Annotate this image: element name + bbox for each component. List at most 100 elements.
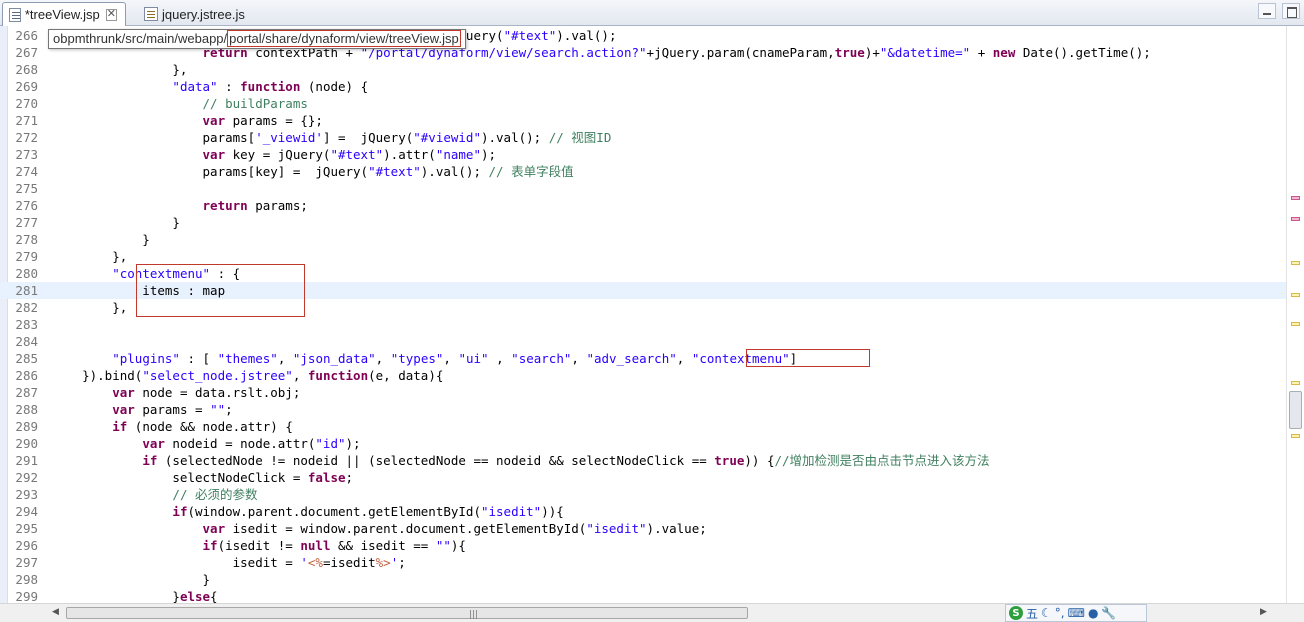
ruler-marker[interactable] [1291, 196, 1300, 200]
code-text: "plugins" : [ "themes", "json_data", "ty… [52, 350, 797, 367]
code-line[interactable]: 289 if (node && node.attr) { [0, 418, 1286, 435]
code-line[interactable]: 293 // 必须的参数 [0, 486, 1286, 503]
wrench-icon[interactable]: 🔧 [1101, 606, 1116, 620]
keyboard-icon[interactable]: ⌨ [1068, 606, 1085, 620]
js-file-icon [144, 7, 158, 21]
code-token: %> [375, 555, 391, 570]
ime-toolbar[interactable]: S 五 ☾ °, ⌨ ● 🔧 [1005, 604, 1147, 622]
code-token: new [992, 45, 1016, 60]
code-line[interactable]: 284 [0, 333, 1286, 350]
code-token: ; [225, 402, 233, 417]
punctuation-icon[interactable]: °, [1055, 606, 1065, 620]
code-line[interactable]: 270 // buildParams [0, 95, 1286, 112]
code-token: (isedit != [217, 538, 301, 553]
code-token: , [292, 368, 308, 383]
close-icon[interactable]: ✕ [105, 8, 117, 21]
scroll-left-arrow-icon[interactable]: ◀ [52, 607, 59, 617]
ime-mode-label[interactable]: 五 [1026, 605, 1038, 622]
window-controls [1258, 3, 1300, 19]
line-number: 295 [15, 521, 38, 536]
ruler-marker[interactable] [1291, 381, 1300, 385]
line-number: 266 [15, 28, 38, 43]
scroll-right-arrow-icon[interactable]: ▶ [1260, 607, 1267, 617]
code-token: { [210, 589, 218, 603]
code-token: +jQuery.param(cnameParam, [646, 45, 835, 60]
code-line[interactable]: 286 }).bind("select_node.jstree", functi… [0, 367, 1286, 384]
code-line[interactable]: 268 }, [0, 61, 1286, 78]
ruler-marker[interactable] [1291, 322, 1300, 326]
code-line[interactable]: 295 var isedit = window.parent.document.… [0, 520, 1286, 537]
code-text: var params = ""; [52, 401, 233, 418]
code-token: params = {}; [225, 113, 323, 128]
code-line[interactable]: 287 var node = data.rslt.obj; [0, 384, 1286, 401]
code-text: }, [52, 61, 187, 78]
code-token: null [300, 538, 331, 553]
code-token: Date().getTime(); [1015, 45, 1151, 60]
code-line[interactable]: 292 selectNodeClick = false; [0, 469, 1286, 486]
code-token: "isedit" [480, 504, 542, 519]
code-text: params['_viewid'] = jQuery("#viewid").va… [52, 129, 612, 146]
code-token: "#text" [330, 147, 384, 162]
sogou-ime-icon[interactable]: S [1009, 606, 1023, 620]
ruler-marker[interactable] [1291, 261, 1300, 265]
code-line[interactable]: 299 }else{ [0, 588, 1286, 603]
code-text: // 必须的参数 [52, 486, 258, 503]
moon-icon[interactable]: ☾ [1041, 606, 1052, 620]
code-line[interactable]: 285 "plugins" : [ "themes", "json_data",… [0, 350, 1286, 367]
code-token: }).bind( [52, 368, 143, 383]
code-line[interactable]: 274 params[key] = jQuery("#text").val();… [0, 163, 1286, 180]
code-line[interactable]: 279 }, [0, 248, 1286, 265]
code-token: ){ [450, 538, 466, 553]
code-token: , [488, 351, 512, 366]
code-line[interactable]: 298 } [0, 571, 1286, 588]
overview-ruler[interactable] [1286, 26, 1304, 603]
tab-label: jquery.jstree.js [162, 6, 245, 22]
user-icon[interactable]: ● [1088, 606, 1098, 620]
highlight-contextmenu-block [136, 264, 305, 317]
code-line[interactable]: 272 params['_viewid'] = jQuery("#viewid"… [0, 129, 1286, 146]
ruler-marker[interactable] [1291, 217, 1300, 221]
code-line[interactable]: 291 if (selectedNode != nodeid || (selec… [0, 452, 1286, 469]
tab-jquery-jstree-js[interactable]: jquery.jstree.js [138, 2, 254, 26]
code-token: params; [247, 198, 308, 213]
code-token: isedit = [52, 555, 301, 570]
code-token: "id" [315, 436, 346, 451]
ruler-marker[interactable] [1291, 434, 1300, 438]
code-line[interactable]: 277 } [0, 214, 1286, 231]
code-line[interactable]: 275 [0, 180, 1286, 197]
vertical-scroll-thumb[interactable] [1289, 391, 1302, 429]
code-token: ).value; [646, 521, 707, 536]
code-token: (node && node.attr) { [127, 419, 293, 434]
line-number: 275 [15, 181, 38, 196]
code-line[interactable]: 273 var key = jQuery("#text").attr("name… [0, 146, 1286, 163]
tab-treeview-jsp[interactable]: *treeView.jsp ✕ [2, 2, 126, 26]
code-line[interactable]: 283 [0, 316, 1286, 333]
code-line[interactable]: 276 return params; [0, 197, 1286, 214]
ruler-marker[interactable] [1291, 293, 1300, 297]
code-line[interactable]: 296 if(isedit != null && isedit == ""){ [0, 537, 1286, 554]
code-line[interactable]: 290 var nodeid = node.attr("id"); [0, 435, 1286, 452]
code-line[interactable]: 297 isedit = '<%=isedit%>'; [0, 554, 1286, 571]
code-line[interactable]: 271 var params = {}; [0, 112, 1286, 129]
code-line[interactable]: 269 "data" : function (node) { [0, 78, 1286, 95]
code-line[interactable]: 278 } [0, 231, 1286, 248]
code-token: "json_data" [292, 351, 376, 366]
code-token: ).val(); [420, 164, 489, 179]
line-number: 284 [15, 334, 38, 349]
horizontal-scroll-thumb[interactable]: ||| [66, 607, 748, 620]
code-token: if [172, 504, 188, 519]
tab-label: *treeView.jsp [24, 7, 100, 22]
maximize-button[interactable] [1282, 3, 1300, 19]
line-number: 280 [15, 266, 38, 281]
minimize-button[interactable] [1258, 3, 1276, 19]
code-token: , [277, 351, 293, 366]
code-line[interactable]: 288 var params = ""; [0, 401, 1286, 418]
code-line[interactable]: 294 if(window.parent.document.getElement… [0, 503, 1286, 520]
code-token: // 必须的参数 [172, 487, 258, 502]
code-token: && isedit == [330, 538, 436, 553]
code-text: isedit = '<%=isedit%>'; [52, 554, 406, 571]
line-number: 277 [15, 215, 38, 230]
